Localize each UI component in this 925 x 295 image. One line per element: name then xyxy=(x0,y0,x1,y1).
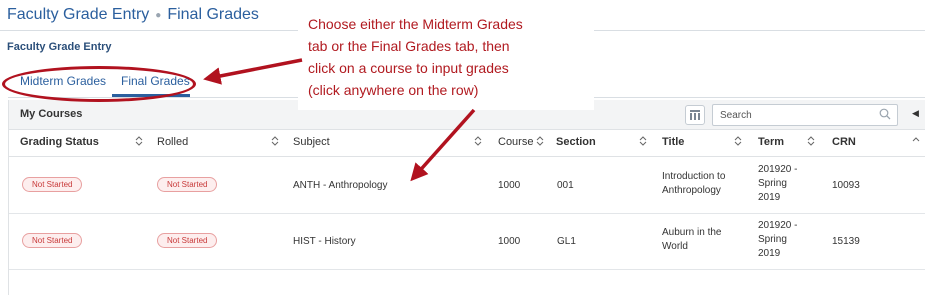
grading-status-badge: Not Started xyxy=(22,177,83,192)
sort-up-icon[interactable] xyxy=(912,135,920,147)
term-cell-line3: 2019 xyxy=(758,192,781,203)
course-cell: 1000 xyxy=(498,180,521,191)
content-left-border xyxy=(8,100,9,295)
sort-icon[interactable] xyxy=(807,135,815,147)
column-header-rolled[interactable]: Rolled xyxy=(157,136,188,148)
column-header-course[interactable]: Course xyxy=(498,136,533,148)
column-header-term[interactable]: Term xyxy=(758,136,784,148)
column-header-subject[interactable]: Subject xyxy=(293,136,330,148)
breadcrumb-current: Final Grades xyxy=(167,6,259,23)
callout-line: tab or the Final Grades tab, then xyxy=(308,38,510,54)
column-header-title[interactable]: Title xyxy=(662,136,684,148)
breadcrumb-parent-link[interactable]: Faculty Grade Entry xyxy=(7,6,149,24)
sort-icon[interactable] xyxy=(734,135,742,147)
term-cell-line3: 2019 xyxy=(758,248,781,259)
column-header-grading-status[interactable]: Grading Status xyxy=(20,136,99,148)
instruction-callout: Choose either the Midterm Grades tab or … xyxy=(298,4,594,110)
my-courses-title: My Courses xyxy=(20,108,83,120)
grading-status-badge: Not Started xyxy=(22,233,83,248)
rolled-status-badge: Not Started xyxy=(157,177,218,192)
course-cell: 1000 xyxy=(498,236,521,247)
crn-cell: 10093 xyxy=(832,180,860,191)
callout-line: (click anywhere on the row) xyxy=(308,82,479,98)
sort-icon[interactable] xyxy=(271,135,279,147)
page-title: Faculty Grade Entry xyxy=(7,41,112,53)
table-header: Grading Status Rolled Subject Course Sec… xyxy=(8,131,925,157)
rolled-status-badge: Not Started xyxy=(157,233,218,248)
callout-line: click on a course to input grades xyxy=(308,60,509,76)
search-input[interactable] xyxy=(713,105,863,126)
title-cell-line1: Auburn in the xyxy=(662,227,722,238)
breadcrumb: Faculty Grade Entry ● Final Grades xyxy=(7,6,259,24)
sort-icon[interactable] xyxy=(135,135,143,147)
subject-cell: HIST - History xyxy=(293,236,356,247)
breadcrumb-separator-icon: ● xyxy=(155,9,162,21)
callout-line: Choose either the Midterm Grades xyxy=(308,16,523,32)
title-cell-line2: World xyxy=(662,241,688,252)
grid-icon[interactable] xyxy=(685,105,705,125)
title-cell-line1: Introduction to xyxy=(662,171,726,182)
section-cell: GL1 xyxy=(557,236,576,247)
title-cell-line2: Anthropology xyxy=(662,185,721,196)
column-header-section[interactable]: Section xyxy=(556,136,596,148)
term-cell-line1: 201920 - xyxy=(758,220,798,231)
term-cell-line1: 201920 - xyxy=(758,164,798,175)
crn-cell: 15139 xyxy=(832,236,860,247)
sort-icon[interactable] xyxy=(639,135,647,147)
search-field xyxy=(712,104,898,126)
term-cell-line2: Spring xyxy=(758,234,787,245)
tabs-highlight-ellipse xyxy=(2,66,196,102)
column-header-crn[interactable]: CRN xyxy=(832,136,856,148)
table-row[interactable]: Not Started Not Started HIST - History 1… xyxy=(8,214,925,270)
collapse-arrow-icon[interactable]: ◀ xyxy=(912,108,919,119)
table-row[interactable]: Not Started Not Started ANTH - Anthropol… xyxy=(8,158,925,214)
subject-cell: ANTH - Anthropology xyxy=(293,180,388,191)
sort-icon[interactable] xyxy=(536,135,544,147)
section-cell: 001 xyxy=(557,180,574,191)
sort-icon[interactable] xyxy=(474,135,482,147)
search-icon[interactable] xyxy=(879,108,891,120)
term-cell-line2: Spring xyxy=(758,178,787,189)
